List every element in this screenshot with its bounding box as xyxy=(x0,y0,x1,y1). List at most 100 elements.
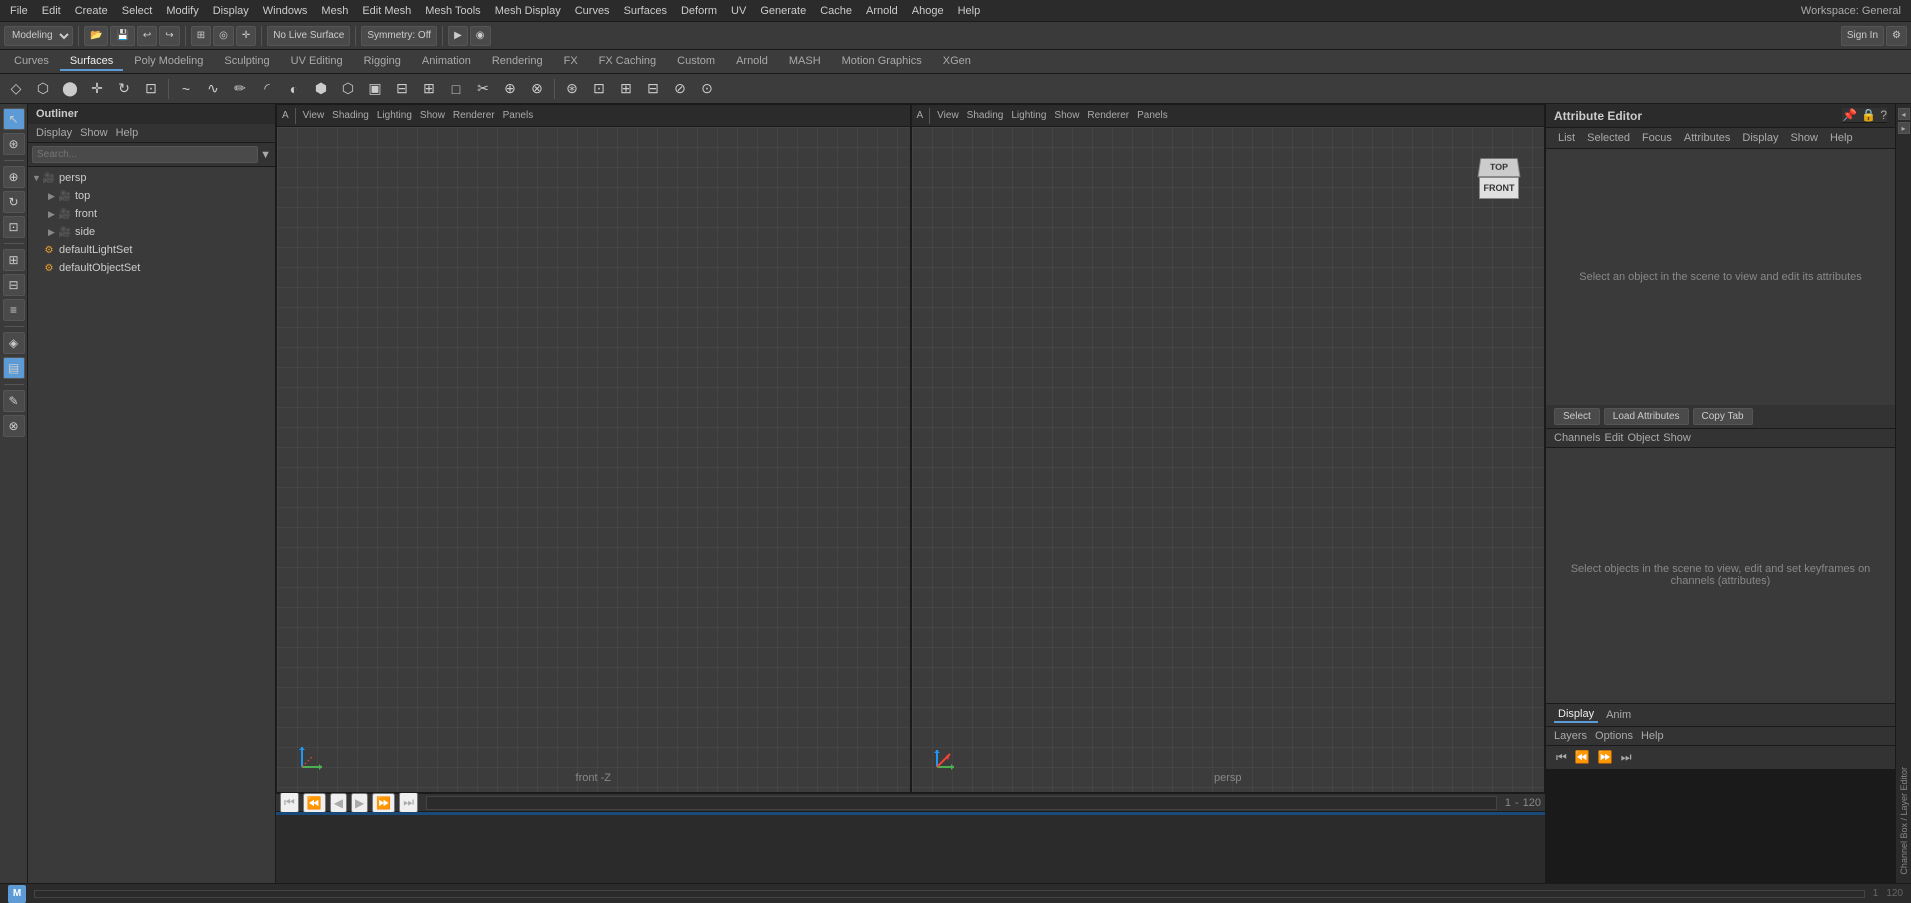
search-dropdown-icon[interactable]: ▼ xyxy=(260,149,271,161)
menu-generate[interactable]: Generate xyxy=(754,3,812,19)
view-cube[interactable]: TOP FRONT xyxy=(1474,157,1524,217)
settings-button[interactable]: ⚙ xyxy=(1886,26,1907,46)
list-item[interactable]: ▶ 🎥 side xyxy=(28,223,275,241)
ae-tab-attributes[interactable]: Attributes xyxy=(1680,131,1734,145)
ae-select-button[interactable]: Select xyxy=(1554,408,1600,425)
scale-icon[interactable]: ⊡ xyxy=(3,216,25,238)
snap-curve-button[interactable]: ◎ xyxy=(213,26,234,46)
vp-panels-menu[interactable]: Panels xyxy=(500,109,537,122)
tab-poly-modeling[interactable]: Poly Modeling xyxy=(124,53,213,71)
timeline-scrubber[interactable] xyxy=(426,796,1497,810)
ae-display-tab[interactable]: Display xyxy=(1554,707,1598,723)
viewport-front-content[interactable]: front -Z xyxy=(277,127,910,792)
surface-extrude-button[interactable]: ⬢ xyxy=(309,77,333,101)
ipr-button[interactable]: ◉ xyxy=(470,26,491,46)
snap-point-button[interactable]: ✛ xyxy=(236,26,256,46)
undo-button[interactable]: ↩ xyxy=(137,26,157,46)
menu-arnold[interactable]: Arnold xyxy=(860,3,904,19)
live-surface-button[interactable]: No Live Surface xyxy=(267,26,350,46)
intersect-button[interactable]: ⊗ xyxy=(525,77,549,101)
surface-boundary-button[interactable]: ⊞ xyxy=(417,77,441,101)
mode-selector[interactable]: Modeling xyxy=(4,26,73,46)
timeline-step-forward-button[interactable]: ⏩ xyxy=(372,793,395,813)
select-mode-icon[interactable]: ↖ xyxy=(3,108,25,130)
vp-shading-menu[interactable]: Shading xyxy=(964,109,1007,122)
tab-xgen[interactable]: XGen xyxy=(933,53,981,71)
measure-icon[interactable]: ⊗ xyxy=(3,415,25,437)
rotate-tool-button[interactable]: ↻ xyxy=(112,77,136,101)
cube-front[interactable]: FRONT xyxy=(1479,177,1519,199)
ae-tab-display[interactable]: Display xyxy=(1738,131,1782,145)
menu-cache[interactable]: Cache xyxy=(814,3,858,19)
menu-help[interactable]: Help xyxy=(952,3,987,19)
menu-mesh[interactable]: Mesh xyxy=(315,3,354,19)
vp-shading-menu[interactable]: Shading xyxy=(329,109,372,122)
search-input[interactable] xyxy=(32,146,258,163)
edge-btn-2[interactable]: ▸ xyxy=(1898,122,1910,134)
layer-forward-button[interactable]: ⏩ xyxy=(1596,749,1615,766)
ae-tab-selected[interactable]: Selected xyxy=(1583,131,1634,145)
ae-options-tab[interactable]: Options xyxy=(1595,730,1633,742)
lasso-tool-button[interactable]: ⬡ xyxy=(31,77,55,101)
snap-icon[interactable]: ⊟ xyxy=(3,274,25,296)
ae-object-tab[interactable]: Object xyxy=(1627,432,1659,444)
vp-view-menu[interactable]: View xyxy=(300,109,328,122)
vp-view-menu[interactable]: View xyxy=(934,109,962,122)
render-button[interactable]: ▶ xyxy=(448,26,468,46)
curve-tool-icon[interactable]: ✎ xyxy=(3,390,25,412)
timeline-play-button[interactable]: ▶ xyxy=(351,793,368,813)
tab-uv-editing[interactable]: UV Editing xyxy=(281,53,353,71)
history-icon[interactable]: ≡ xyxy=(3,299,25,321)
save-scene-button[interactable]: 💾 xyxy=(110,26,134,46)
tab-curves[interactable]: Curves xyxy=(4,53,59,71)
vp-show-menu[interactable]: Show xyxy=(1051,109,1082,122)
tab-rendering[interactable]: Rendering xyxy=(482,53,553,71)
ae-edit-tab[interactable]: Edit xyxy=(1604,432,1623,444)
tab-fx[interactable]: FX xyxy=(554,53,588,71)
ae-copy-button[interactable]: Copy Tab xyxy=(1693,408,1753,425)
timeline-play-back-button[interactable]: ◀ xyxy=(330,793,347,813)
tab-arnold[interactable]: Arnold xyxy=(726,53,778,71)
viewport-persp[interactable]: A View Shading Lighting Show Renderer Pa… xyxy=(911,104,1546,793)
paint-select-icon[interactable]: ⊛ xyxy=(3,133,25,155)
menu-edit[interactable]: Edit xyxy=(36,3,67,19)
menu-surfaces[interactable]: Surfaces xyxy=(618,3,673,19)
project-button[interactable]: ⊕ xyxy=(498,77,522,101)
menu-edit-mesh[interactable]: Edit Mesh xyxy=(356,3,417,19)
vp-renderer-menu[interactable]: Renderer xyxy=(1084,109,1132,122)
cube-top[interactable]: TOP xyxy=(1478,158,1521,177)
ae-show-tab[interactable]: Show xyxy=(1663,432,1691,444)
menu-display[interactable]: Display xyxy=(207,3,255,19)
move-tool-button[interactable]: ✛ xyxy=(85,77,109,101)
timeline-step-back-button[interactable]: ⏪ xyxy=(303,793,326,813)
open-scene-button[interactable]: 📂 xyxy=(84,26,108,46)
menu-deform[interactable]: Deform xyxy=(675,3,723,19)
vp-lighting-menu[interactable]: Lighting xyxy=(374,109,415,122)
tab-motion-graphics[interactable]: Motion Graphics xyxy=(832,53,932,71)
ae-help-tab[interactable]: Help xyxy=(1641,730,1664,742)
ae-layers-tab[interactable]: Layers xyxy=(1554,730,1587,742)
surface-square-button[interactable]: □ xyxy=(444,77,468,101)
menu-create[interactable]: Create xyxy=(69,3,114,19)
list-item[interactable]: ▼ 🎥 persp xyxy=(28,169,275,187)
layer-back-button[interactable]: ⏪ xyxy=(1573,749,1592,766)
tab-rigging[interactable]: Rigging xyxy=(354,53,411,71)
tab-mash[interactable]: MASH xyxy=(779,53,831,71)
tab-sculpting[interactable]: Sculpting xyxy=(214,53,279,71)
menu-select[interactable]: Select xyxy=(116,3,159,19)
curve-ep-button[interactable]: ~ xyxy=(174,77,198,101)
menu-uv[interactable]: UV xyxy=(725,3,752,19)
display-icon[interactable]: ◈ xyxy=(3,332,25,354)
help-icon[interactable]: ? xyxy=(1880,108,1887,122)
ae-tab-focus[interactable]: Focus xyxy=(1638,131,1676,145)
menu-windows[interactable]: Windows xyxy=(257,3,314,19)
render-view-icon[interactable]: ▤ xyxy=(3,357,25,379)
outliner-tab-show[interactable]: Show xyxy=(80,127,108,139)
ae-anim-tab[interactable]: Anim xyxy=(1602,708,1635,722)
menu-ahoge[interactable]: Ahoge xyxy=(906,3,950,19)
vp-renderer-menu[interactable]: Renderer xyxy=(450,109,498,122)
timeline-content[interactable] xyxy=(276,812,1545,883)
scale-tool-button[interactable]: ⊡ xyxy=(139,77,163,101)
snap-grid-button[interactable]: ⊞ xyxy=(191,26,211,46)
ae-tab-help[interactable]: Help xyxy=(1826,131,1857,145)
